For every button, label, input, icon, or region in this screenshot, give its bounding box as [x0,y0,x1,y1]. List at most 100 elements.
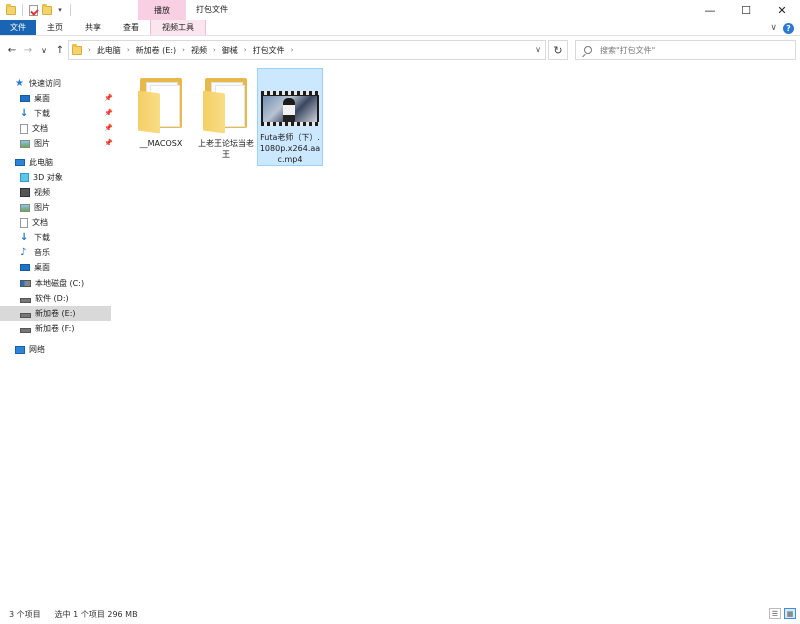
sidebar-item-desktop[interactable]: 桌面 [20,260,50,275]
address-dropdown-icon[interactable]: ∨ [535,45,541,54]
drive-icon [20,327,31,333]
breadcrumb-separator-icon[interactable]: › [244,46,247,54]
sidebar-item-label: 网络 [29,345,45,354]
details-view-icon[interactable]: ☰ [769,608,781,619]
sidebar-item-drive-f[interactable]: 新加卷 (F:) [20,321,74,336]
close-button[interactable]: ✕ [764,0,800,20]
sidebar-item-pictures[interactable]: 图片 [20,200,50,215]
pictures-icon [20,139,30,148]
expand-ribbon-icon[interactable]: ∨ [770,23,777,33]
search-input[interactable]: 搜索"打包文件" [575,40,796,60]
folder-icon [138,78,184,134]
file-item-folder[interactable]: 上老王论坛当老王 [193,68,259,166]
maximize-button[interactable]: ☐ [728,0,764,20]
sidebar-item-3d-objects[interactable]: 3D 对象 [20,170,63,185]
drive-icon [20,312,31,318]
sidebar-item-music[interactable]: ♪ 音乐 [20,245,50,260]
computer-icon [15,159,25,166]
breadcrumb-videos[interactable]: 视频 [191,45,207,56]
sidebar-item-label: 新加卷 (E:) [35,309,76,318]
navigation-pane: ★ 快速访问 桌面 📌 ↓ 下载 📌 文档 📌 图片 📌 此电脑 3D 对象 视… [0,71,113,601]
sidebar-item-label: 新加卷 (F:) [35,324,75,333]
music-icon: ♪ [20,246,27,258]
window-controls: — ☐ ✕ [692,0,800,20]
sidebar-item-downloads[interactable]: ↓ 下载 [20,230,50,245]
sidebar-item-this-pc[interactable]: 此电脑 [15,155,53,170]
desktop-icon [20,95,30,102]
file-name: 上老王论坛当老王 [198,139,254,159]
sidebar-item-drive-e[interactable]: 新加卷 (E:) [0,306,111,321]
pictures-icon [20,203,30,212]
sidebar-item-documents[interactable]: 文档 [20,121,48,136]
pin-icon[interactable]: 📌 [104,109,113,117]
ribbon-tabs: 文件 主页 共享 查看 视频工具 ∨ ? [0,20,800,36]
sidebar-item-label: 3D 对象 [33,173,63,182]
tab-file[interactable]: 文件 [0,20,36,35]
back-arrow-icon[interactable]: ← [4,39,20,61]
context-tab-header: 播放 [138,0,186,20]
pin-icon[interactable]: 📌 [104,124,113,132]
toolbar-divider [22,4,23,16]
large-icons-view-icon[interactable]: ▦ [784,608,796,619]
sidebar-item-desktop[interactable]: 桌面 [20,91,50,106]
breadcrumb-folder[interactable]: 御械 [222,45,238,56]
minimize-button[interactable]: — [692,0,728,20]
sidebar-item-label: 此电脑 [29,158,53,167]
file-name: Futa老师（下）.1080p.x264.aac.mp4 [259,133,321,164]
pin-icon[interactable]: 📌 [104,94,113,102]
sidebar-item-label: 图片 [34,139,50,148]
breadcrumb-separator-icon[interactable]: › [182,46,185,54]
sidebar-item-drive-d[interactable]: 软件 (D:) [20,291,69,306]
folder-icon [6,3,16,15]
breadcrumb-separator-icon[interactable]: › [88,46,91,54]
recent-locations-chevron-icon[interactable]: ∨ [36,39,52,61]
item-count: 3 个项目 [9,609,41,619]
breadcrumb-this-pc[interactable]: 此电脑 [97,45,121,56]
sidebar-item-label: 音乐 [34,248,50,257]
desktop-icon [20,264,30,271]
properties-icon[interactable] [29,4,38,16]
file-item-video[interactable]: Futa老师（下）.1080p.x264.aac.mp4 [257,68,323,166]
sidebar-item-label: 桌面 [34,94,50,103]
forward-arrow-icon[interactable]: → [20,39,36,61]
document-icon [20,123,28,134]
sidebar-item-videos[interactable]: 视频 [20,185,50,200]
sidebar-item-quick-access[interactable]: ★ 快速访问 [15,76,61,91]
sidebar-item-documents[interactable]: 文档 [20,215,48,230]
up-arrow-icon[interactable]: ↑ [52,39,68,61]
folder-icon [72,43,82,55]
help-icon[interactable]: ? [783,22,794,34]
sidebar-item-network[interactable]: 网络 [15,342,45,357]
download-icon: ↓ [20,231,29,243]
file-item-folder[interactable]: __MACOSX [128,68,194,166]
sidebar-item-pictures[interactable]: 图片 [20,136,50,151]
tab-home[interactable]: 主页 [36,20,74,35]
folder-icon [203,78,249,134]
sidebar-item-label: 文档 [32,218,48,227]
address-bar[interactable]: › 此电脑 › 新加卷 (E:) › 视频 › 御械 › 打包文件 › ∨ [68,40,546,60]
windows-drive-icon [20,280,31,287]
customize-toolbar-dropdown-icon[interactable]: ▾ [56,6,64,14]
breadcrumb-separator-icon[interactable]: › [127,46,130,54]
new-folder-icon[interactable] [42,3,52,15]
file-list: __MACOSX 上老王论坛当老王 Futa老师（下）.1080p.x264.a… [118,64,800,604]
breadcrumb-separator-icon[interactable]: › [213,46,216,54]
status-bar: 3 个项目 选中 1 个项目 296 MB ☰ ▦ [0,604,800,624]
drive-icon [20,297,31,303]
refresh-button[interactable]: ↻ [548,40,568,60]
breadcrumb-drive-e[interactable]: 新加卷 (E:) [136,45,177,56]
tab-view[interactable]: 查看 [112,20,150,35]
sidebar-item-label: 软件 (D:) [35,294,69,303]
breadcrumb-separator-icon[interactable]: › [291,46,294,54]
sidebar-item-label: 文档 [32,124,48,133]
ribbon-right-controls: ∨ ? [770,21,794,35]
quick-access-toolbar: ▾ [0,0,73,20]
sidebar-item-drive-c[interactable]: 本地磁盘 (C:) [20,276,84,291]
file-name: __MACOSX [139,139,183,148]
pin-icon[interactable]: 📌 [104,139,113,147]
tab-share[interactable]: 共享 [74,20,112,35]
tab-video-tools[interactable]: 视频工具 [150,20,206,35]
breadcrumb-current[interactable]: 打包文件 [253,45,285,56]
sidebar-item-downloads[interactable]: ↓ 下载 [20,106,50,121]
search-placeholder: 搜索"打包文件" [600,45,656,55]
